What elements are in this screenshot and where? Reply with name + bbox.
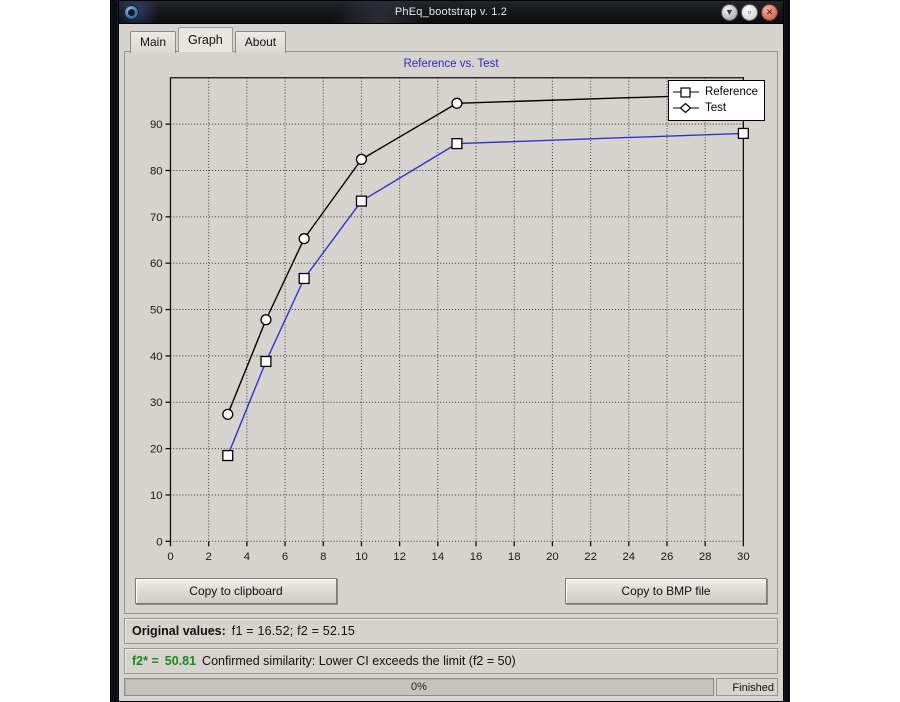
line-chart: 01020304050607080900 2 4 6 8 10 12 14 16 18 20 22 24… — [150, 77, 750, 563]
tab-main[interactable]: Main — [130, 31, 177, 53]
chart-actions: Copy to clipboard Copy to BMP file — [129, 573, 773, 609]
original-values-text: f1 = 16.52; f2 = 52.15 — [231, 624, 356, 638]
svg-text:10: 10 — [150, 490, 163, 502]
svg-text:4: 4 — [244, 551, 250, 563]
legend-item-reference: Reference — [672, 84, 758, 100]
similarity-conclusion: Confirmed similarity: Lower CI exceeds t… — [202, 654, 516, 668]
svg-text:6: 6 — [282, 551, 288, 563]
svg-text:30: 30 — [150, 397, 163, 409]
legend-item-test: Test — [672, 100, 758, 116]
progress-bar: 0% — [124, 678, 714, 696]
minimize-icon[interactable]: ▼ — [721, 4, 738, 21]
window-controls: ▼ ▫ ✕ — [721, 4, 778, 21]
graph-panel: Reference vs. Test 0 10 20 30 40 50 60 70 80 90 0 2… — [124, 51, 778, 614]
maximize-icon[interactable]: ▫ — [741, 4, 758, 21]
legend-diamond-marker-icon — [672, 102, 699, 114]
window-titlebar[interactable]: PhEq_bootstrap v. 1.2 ▼ ▫ ✕ — [119, 1, 783, 24]
svg-text:2: 2 — [206, 551, 212, 563]
legend-label-test: Test — [704, 102, 727, 114]
svg-text:20: 20 — [150, 444, 163, 456]
svg-text:0: 0 — [156, 536, 162, 548]
progress-label: 0% — [411, 681, 427, 693]
original-values-row: Original values: f1 = 16.52; f2 = 52.15 — [124, 618, 778, 644]
copy-to-clipboard-button[interactable]: Copy to clipboard — [135, 578, 337, 604]
svg-text:28: 28 — [699, 551, 712, 563]
desktop: PhEq_bootstrap v. 1.2 ▼ ▫ ✕ Main Graph A… — [0, 0, 900, 702]
chart-legend: Reference Test — [667, 80, 765, 121]
window-body: Main Graph About Reference vs. Test 0 10 2… — [119, 24, 783, 701]
svg-text:8: 8 — [320, 551, 326, 563]
application-window: PhEq_bootstrap v. 1.2 ▼ ▫ ✕ Main Graph A… — [118, 0, 784, 702]
legend-label-reference: Reference — [704, 86, 758, 98]
f2star-label: f2* = — [132, 654, 159, 668]
svg-text:80: 80 — [150, 165, 163, 177]
svg-text:22: 22 — [584, 551, 597, 563]
svg-text:90: 90 — [150, 119, 163, 131]
svg-text:40: 40 — [150, 351, 163, 363]
svg-text:14: 14 — [432, 551, 445, 563]
svg-text:0: 0 — [167, 551, 173, 563]
svg-text:16: 16 — [470, 551, 483, 563]
original-values-label: Original values: — [132, 624, 226, 638]
chart-container: Reference vs. Test 0 10 20 30 40 50 60 70 80 90 0 2… — [129, 56, 773, 573]
svg-text:18: 18 — [508, 551, 521, 563]
svg-text:24: 24 — [622, 551, 635, 563]
svg-text:26: 26 — [661, 551, 674, 563]
svg-text:12: 12 — [393, 551, 406, 563]
f2star-value: 50.81 — [164, 654, 197, 668]
f2star-row: f2* = 50.81 Confirmed similarity: Lower … — [124, 648, 778, 674]
tab-graph[interactable]: Graph — [178, 27, 233, 52]
legend-square-marker-icon — [672, 87, 699, 98]
svg-text:70: 70 — [150, 212, 163, 224]
svg-text:50: 50 — [150, 304, 163, 316]
status-bar: 0% Finished — [124, 678, 778, 696]
copy-to-bmp-button[interactable]: Copy to BMP file — [565, 578, 767, 604]
svg-text:30: 30 — [737, 551, 750, 563]
tab-bar: Main Graph About — [124, 27, 778, 53]
svg-text:10: 10 — [355, 551, 368, 563]
close-icon[interactable]: ✕ — [761, 4, 778, 21]
tab-about[interactable]: About — [234, 31, 287, 53]
status-badge: Finished — [716, 678, 778, 696]
window-title: PhEq_bootstrap v. 1.2 — [394, 6, 508, 18]
svg-text:60: 60 — [150, 258, 163, 270]
svg-text:20: 20 — [546, 551, 559, 563]
